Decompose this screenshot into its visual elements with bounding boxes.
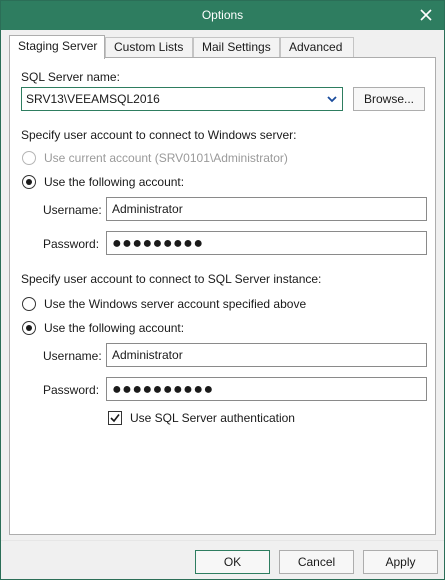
windows-password-label: Password:: [43, 237, 100, 251]
use-windows-account-label: Use the Windows server account specified…: [44, 297, 307, 311]
sql-password-field[interactable]: ●●●●●●●●●●: [106, 377, 427, 401]
sql-auth-checkbox[interactable]: [108, 411, 122, 425]
ok-button[interactable]: OK: [195, 550, 270, 574]
tab-custom-lists[interactable]: Custom Lists: [105, 37, 193, 58]
footer-divider: [1, 540, 444, 541]
apply-button[interactable]: Apply: [363, 550, 438, 574]
windows-account-heading: Specify user account to connect to Windo…: [21, 128, 297, 142]
sql-use-following-account-radio[interactable]: [22, 321, 36, 335]
use-following-account-label: Use the following account:: [44, 175, 185, 189]
use-current-account-label: Use current account (SRV0101\Administrat…: [44, 151, 288, 165]
window-title: Options: [201, 8, 244, 22]
use-current-account-radio[interactable]: [22, 151, 36, 165]
windows-password-mask: ●●●●●●●●●: [112, 235, 204, 252]
windows-password-field[interactable]: ●●●●●●●●●: [106, 231, 427, 255]
sql-username-label: Username:: [43, 349, 102, 363]
staging-server-panel: SQL Server name: SRV13\VEEAMSQL2016 Brow…: [9, 57, 436, 535]
browse-button[interactable]: Browse...: [353, 87, 425, 111]
radio-selected-dot: [26, 179, 32, 185]
close-button[interactable]: [416, 5, 436, 25]
windows-username-field[interactable]: Administrator: [106, 197, 427, 221]
chevron-down-icon: [327, 96, 337, 103]
sql-password-mask: ●●●●●●●●●●: [112, 381, 214, 398]
windows-username-label: Username:: [43, 203, 102, 217]
sql-username-value: Administrator: [112, 348, 183, 362]
use-following-account-radio[interactable]: [22, 175, 36, 189]
tab-staging-server[interactable]: Staging Server: [9, 35, 105, 59]
tab-mail-settings[interactable]: Mail Settings: [193, 37, 280, 58]
title-bar: Options: [1, 1, 444, 30]
sql-server-combobox[interactable]: SRV13\VEEAMSQL2016: [21, 87, 343, 111]
options-dialog: Options Staging Server Custom Lists Mail…: [0, 0, 445, 580]
use-windows-account-radio[interactable]: [22, 297, 36, 311]
checkmark-icon: [110, 414, 120, 423]
sql-server-value: SRV13\VEEAMSQL2016: [26, 92, 160, 106]
sql-auth-label: Use SQL Server authentication: [130, 411, 295, 425]
sql-use-following-account-label: Use the following account:: [44, 321, 185, 335]
sql-password-label: Password:: [43, 383, 100, 397]
sql-account-heading: Specify user account to connect to SQL S…: [21, 272, 322, 286]
sql-username-field[interactable]: Administrator: [106, 343, 427, 367]
radio-selected-dot: [26, 325, 32, 331]
tab-advanced[interactable]: Advanced: [280, 37, 354, 58]
windows-username-value: Administrator: [112, 202, 183, 216]
sql-server-name-label: SQL Server name:: [21, 70, 120, 84]
close-icon: [420, 9, 432, 21]
cancel-button[interactable]: Cancel: [279, 550, 354, 574]
